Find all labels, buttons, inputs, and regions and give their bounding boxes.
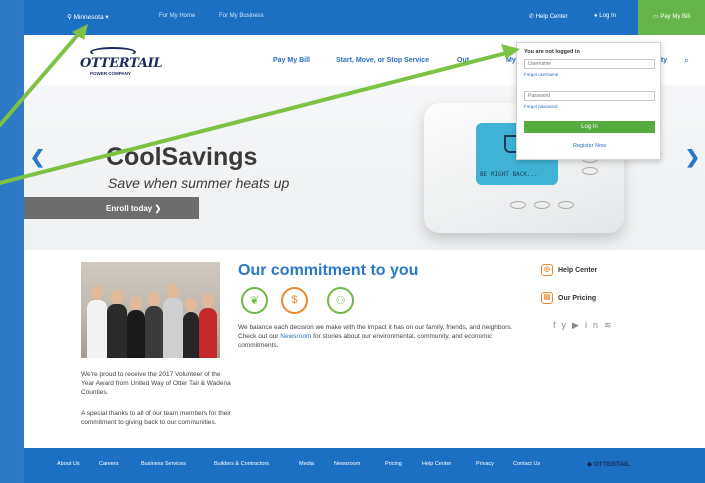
footer-link-privacy[interactable]: Privacy xyxy=(476,461,494,467)
forgot-username-link[interactable]: Forgot username xyxy=(524,72,558,77)
login-heading: You are not logged in xyxy=(524,49,580,55)
help-center-icon: ◎ xyxy=(541,264,553,276)
thermostat-button xyxy=(534,201,550,209)
footer-link-business-services[interactable]: Business Services xyxy=(141,461,186,467)
forgot-password-link[interactable]: Forgot password xyxy=(524,104,558,109)
register-now-link[interactable]: Register Now xyxy=(517,143,662,149)
person xyxy=(87,286,107,358)
login-label: Log In xyxy=(599,13,616,19)
enroll-arrow-icon: ❯ xyxy=(154,204,162,213)
person xyxy=(145,292,163,358)
region-selector[interactable]: ⚲ Minnesota ▾ xyxy=(67,13,109,21)
logo-name: OTTERTAIL xyxy=(80,56,163,71)
help-center-label: Help Center xyxy=(535,14,568,20)
pay-my-bill-label: Pay My Bill xyxy=(660,14,690,20)
facebook-icon[interactable]: f xyxy=(553,320,562,330)
chevron-right-icon[interactable]: ❯ xyxy=(685,147,700,168)
for-my-business-link[interactable]: For My Business xyxy=(219,13,264,19)
footer-link-careers[interactable]: Careers xyxy=(99,461,119,467)
phone-icon: ✆ xyxy=(529,14,536,20)
thermostat-button xyxy=(582,167,598,175)
footer-link-help-center[interactable]: Help Center xyxy=(422,461,451,467)
commitment-text: We balance each decision we make with th… xyxy=(238,323,528,350)
newsroom-link[interactable]: Newsroom xyxy=(280,333,311,340)
hero-tagline: Save when summer heats up xyxy=(108,175,290,191)
footer: About Us Careers Business Services Build… xyxy=(24,448,705,483)
linkedin-icon[interactable]: in xyxy=(585,320,604,330)
person xyxy=(183,298,199,358)
person xyxy=(199,294,217,358)
team-photo xyxy=(81,262,220,358)
rss-icon[interactable]: ≋ xyxy=(604,320,618,330)
social-links: fy▶in≋ xyxy=(553,320,618,331)
hero-title: CoolSavings xyxy=(106,143,258,171)
enroll-label: Enroll today xyxy=(106,204,153,213)
footer-link-pricing[interactable]: Pricing xyxy=(385,461,402,467)
footer-logo[interactable]: ◆ OTTERTAIL xyxy=(587,460,630,468)
browser-page: ⚲ Minnesota ▾ For My Home For My Busines… xyxy=(24,0,705,483)
thermostat-button xyxy=(510,201,526,209)
photo-caption: We're proud to receive the 2017 Voluntee… xyxy=(81,371,231,396)
pay-my-bill-button[interactable]: ▭ Pay My Bill xyxy=(638,0,705,35)
nav-pay-my-bill[interactable]: Pay My Bill xyxy=(273,57,310,64)
login-button[interactable]: Log In xyxy=(524,121,655,133)
side-help-center[interactable]: ◎ Help Center xyxy=(541,264,597,276)
login-link[interactable]: ● Log In xyxy=(594,13,616,19)
footer-link-contact[interactable]: Contact Us xyxy=(513,461,540,467)
search-icon[interactable]: ⌕ xyxy=(684,55,689,66)
person xyxy=(163,284,183,358)
enroll-today-button[interactable]: Enroll today ❯ xyxy=(24,197,199,219)
thermostat-screen-text: BE RIGHT BACK... xyxy=(480,171,538,178)
person xyxy=(107,290,127,358)
youtube-icon[interactable]: ▶ xyxy=(572,320,585,330)
photo-caption-thanks: A special thanks to all of our team memb… xyxy=(81,410,231,426)
footer-link-about[interactable]: About Us xyxy=(57,461,80,467)
region-label: Minnesota xyxy=(73,14,104,21)
pricing-icon: ▤ xyxy=(541,292,553,304)
nav-start-move-stop[interactable]: Start, Move, or Stop Service xyxy=(336,57,429,64)
money-icon[interactable]: $ xyxy=(281,287,308,314)
company-logo[interactable]: OTTERTAIL POWER COMPANY xyxy=(80,47,170,77)
side-help-center-label: Help Center xyxy=(558,266,598,274)
footer-logo-text: OTTERTAIL xyxy=(593,461,630,468)
nav-my-account[interactable]: My xyxy=(506,57,516,64)
person xyxy=(127,296,145,358)
for-my-home-link[interactable]: For My Home xyxy=(159,13,195,19)
footer-link-media[interactable]: Media xyxy=(299,461,314,467)
side-our-pricing[interactable]: ▤ Our Pricing xyxy=(541,292,596,304)
commitment-title: Our commitment to you xyxy=(238,262,419,279)
thermostat-button xyxy=(558,201,574,209)
help-center-link[interactable]: ✆ Help Center xyxy=(529,13,568,20)
nav-outages[interactable]: Out xyxy=(457,57,469,64)
community-icon[interactable]: ⚇ xyxy=(327,287,354,314)
leaf-icon[interactable]: ❦ xyxy=(241,287,268,314)
username-input[interactable] xyxy=(524,59,655,69)
side-our-pricing-label: Our Pricing xyxy=(558,294,597,302)
footer-link-newsroom[interactable]: Newsroom xyxy=(334,461,360,467)
logo-subtitle: POWER COMPANY xyxy=(90,71,131,76)
footer-link-builders[interactable]: Builders & Contractors xyxy=(214,461,269,467)
login-dropdown: You are not logged in Forgot username Fo… xyxy=(516,42,661,160)
chevron-left-icon[interactable]: ❮ xyxy=(30,147,45,168)
twitter-icon[interactable]: y xyxy=(562,320,573,330)
top-utility-bar: ⚲ Minnesota ▾ For My Home For My Busines… xyxy=(24,0,705,35)
password-input[interactable] xyxy=(524,91,655,101)
